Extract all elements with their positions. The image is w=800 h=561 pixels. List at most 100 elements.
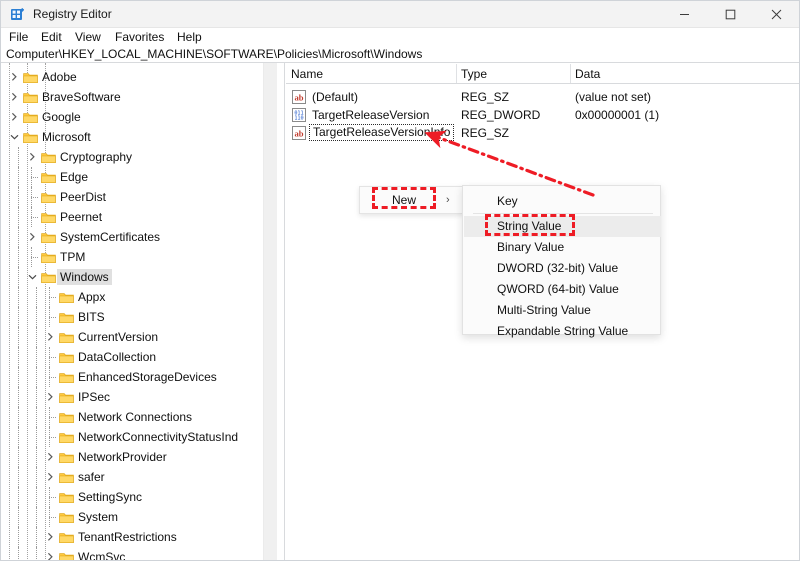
tree-item-ipsec[interactable]: IPSec [1,387,263,407]
tree-item-enhancedstoragedevices[interactable]: EnhancedStorageDevices [1,367,263,387]
tree-guide [36,507,38,527]
tree-item-peerdist[interactable]: PeerDist [1,187,263,207]
tree-item-label: WcmSvc [78,550,126,561]
submenu-item-multi-string-value[interactable]: Multi-String Value [464,300,661,321]
tree-item-settingsync[interactable]: SettingSync [1,487,263,507]
tree-scrollbar-thumb[interactable] [265,63,277,560]
value-name: TargetReleaseVersion [312,108,430,122]
folder-icon [23,111,38,124]
tree-guide [36,307,38,327]
column-divider[interactable] [456,64,457,83]
column-header-data[interactable]: Data [575,66,600,82]
submenu-item-dword-32-bit-value[interactable]: DWORD (32-bit) Value [464,258,661,279]
menu-help[interactable]: Help [177,29,202,46]
menu-favorites[interactable]: Favorites [115,29,164,46]
tree-item-microsoft[interactable]: Microsoft [1,127,263,147]
menu-edit[interactable]: Edit [41,29,62,46]
tree-item-network-connections[interactable]: Network Connections [1,407,263,427]
tree-item-adobe[interactable]: Adobe [1,67,263,87]
tree-vertical-scrollbar[interactable] [263,63,277,560]
tree-item-bits[interactable]: BITS [1,307,263,327]
tree-item-safer[interactable]: safer [1,467,263,487]
tree-guide [18,407,20,427]
tree-guide [49,507,51,527]
tree-item-networkprovider[interactable]: NetworkProvider [1,447,263,467]
chevron-right-icon[interactable] [9,111,20,123]
tree-guide [18,487,20,507]
tree-item-currentversion[interactable]: CurrentVersion [1,327,263,347]
tree-guide [18,387,20,407]
folder-icon [59,291,74,304]
tree-item-google[interactable]: Google [1,107,263,127]
tree-item-wcmsvc[interactable]: WcmSvc [1,547,263,561]
chevron-right-icon[interactable] [27,151,38,163]
registry-editor-window: Registry Editor File Edit View Favorites Hel… [0,0,800,561]
tree-item-label: CurrentVersion [78,330,159,344]
address-bar[interactable]: Computer\HKEY_LOCAL_MACHINE\SOFTWARE\Pol… [1,47,799,63]
string-value-highlight-box [485,214,575,236]
close-button[interactable] [753,1,799,27]
tree-guide [18,347,20,367]
tree-guide [31,187,33,207]
tree-guide [36,327,38,347]
registry-tree[interactable]: Adobe BraveSoftware Google Microsoft Cryptog… [1,63,263,561]
chevron-down-icon[interactable] [27,271,38,283]
chevron-down-icon[interactable] [9,131,20,143]
chevron-right-icon[interactable] [45,471,56,483]
tree-item-cryptography[interactable]: Cryptography [1,147,263,167]
chevron-right-icon[interactable] [45,451,56,463]
tree-guide [36,347,38,367]
svg-text:ab: ab [294,128,303,138]
tree-guide [36,527,38,547]
minimize-button[interactable] [661,1,707,27]
value-type: REG_SZ [461,90,510,104]
tree-item-networkconnectivitystatusind[interactable]: NetworkConnectivityStatusInd [1,427,263,447]
tree-item-systemcertificates[interactable]: SystemCertificates [1,227,263,247]
tree-item-label: PeerDist [60,190,107,204]
panel-splitter[interactable] [277,63,285,560]
chevron-right-icon[interactable] [9,91,20,103]
chevron-right-icon[interactable] [45,391,56,403]
tree-item-edge[interactable]: Edge [1,167,263,187]
maximize-button[interactable] [707,1,753,27]
tree-item-label: EnhancedStorageDevices [78,370,217,384]
column-header-name[interactable]: Name [291,66,323,82]
menu-view[interactable]: View [75,29,101,46]
tree-item-datacollection[interactable]: DataCollection [1,347,263,367]
submenu-item-qword-64-bit-value[interactable]: QWORD (64-bit) Value [464,279,661,300]
tree-item-label: IPSec [78,390,111,404]
tree-item-tpm[interactable]: TPM [1,247,263,267]
value-type: REG_DWORD [461,108,541,122]
tree-item-bravesoftware[interactable]: BraveSoftware [1,87,263,107]
tree-guide [31,207,33,227]
submenu-item-binary-value[interactable]: Binary Value [464,237,661,258]
chevron-right-icon[interactable] [45,551,56,560]
folder-icon [41,211,56,224]
submenu-item-expandable-string-value[interactable]: Expandable String Value [464,321,661,342]
column-divider[interactable] [570,64,571,83]
folder-icon [59,531,74,544]
tree-item-label: NetworkProvider [78,450,167,464]
registry-value-row[interactable]: ab (Default) REG_SZ (value not set) [286,88,799,106]
tree-item-windows[interactable]: Windows [1,267,263,287]
tree-guide [18,287,20,307]
chevron-right-icon[interactable] [9,71,20,83]
tree-item-label: safer [78,470,105,484]
tree-item-tenantrestrictions[interactable]: TenantRestrictions [1,527,263,547]
tree-guide [49,287,51,307]
folder-icon [41,251,56,264]
tree-item-system[interactable]: System [1,507,263,527]
chevron-right-icon[interactable] [45,331,56,343]
tree-item-peernet[interactable]: Peernet [1,207,263,227]
chevron-right-icon[interactable] [45,531,56,543]
registry-path: Computer\HKEY_LOCAL_MACHINE\SOFTWARE\Pol… [6,47,423,61]
registry-value-row[interactable]: 011 110 TargetReleaseVersion REG_DWORD 0x000… [286,106,799,124]
column-header-type[interactable]: Type [461,66,487,82]
tree-guide [18,267,20,287]
tree-guide [18,527,20,547]
tree-item-label: SystemCertificates [60,230,161,244]
tree-item-appx[interactable]: Appx [1,287,263,307]
tree-guide [18,307,20,327]
menu-file[interactable]: File [9,29,28,46]
chevron-right-icon[interactable] [27,231,38,243]
